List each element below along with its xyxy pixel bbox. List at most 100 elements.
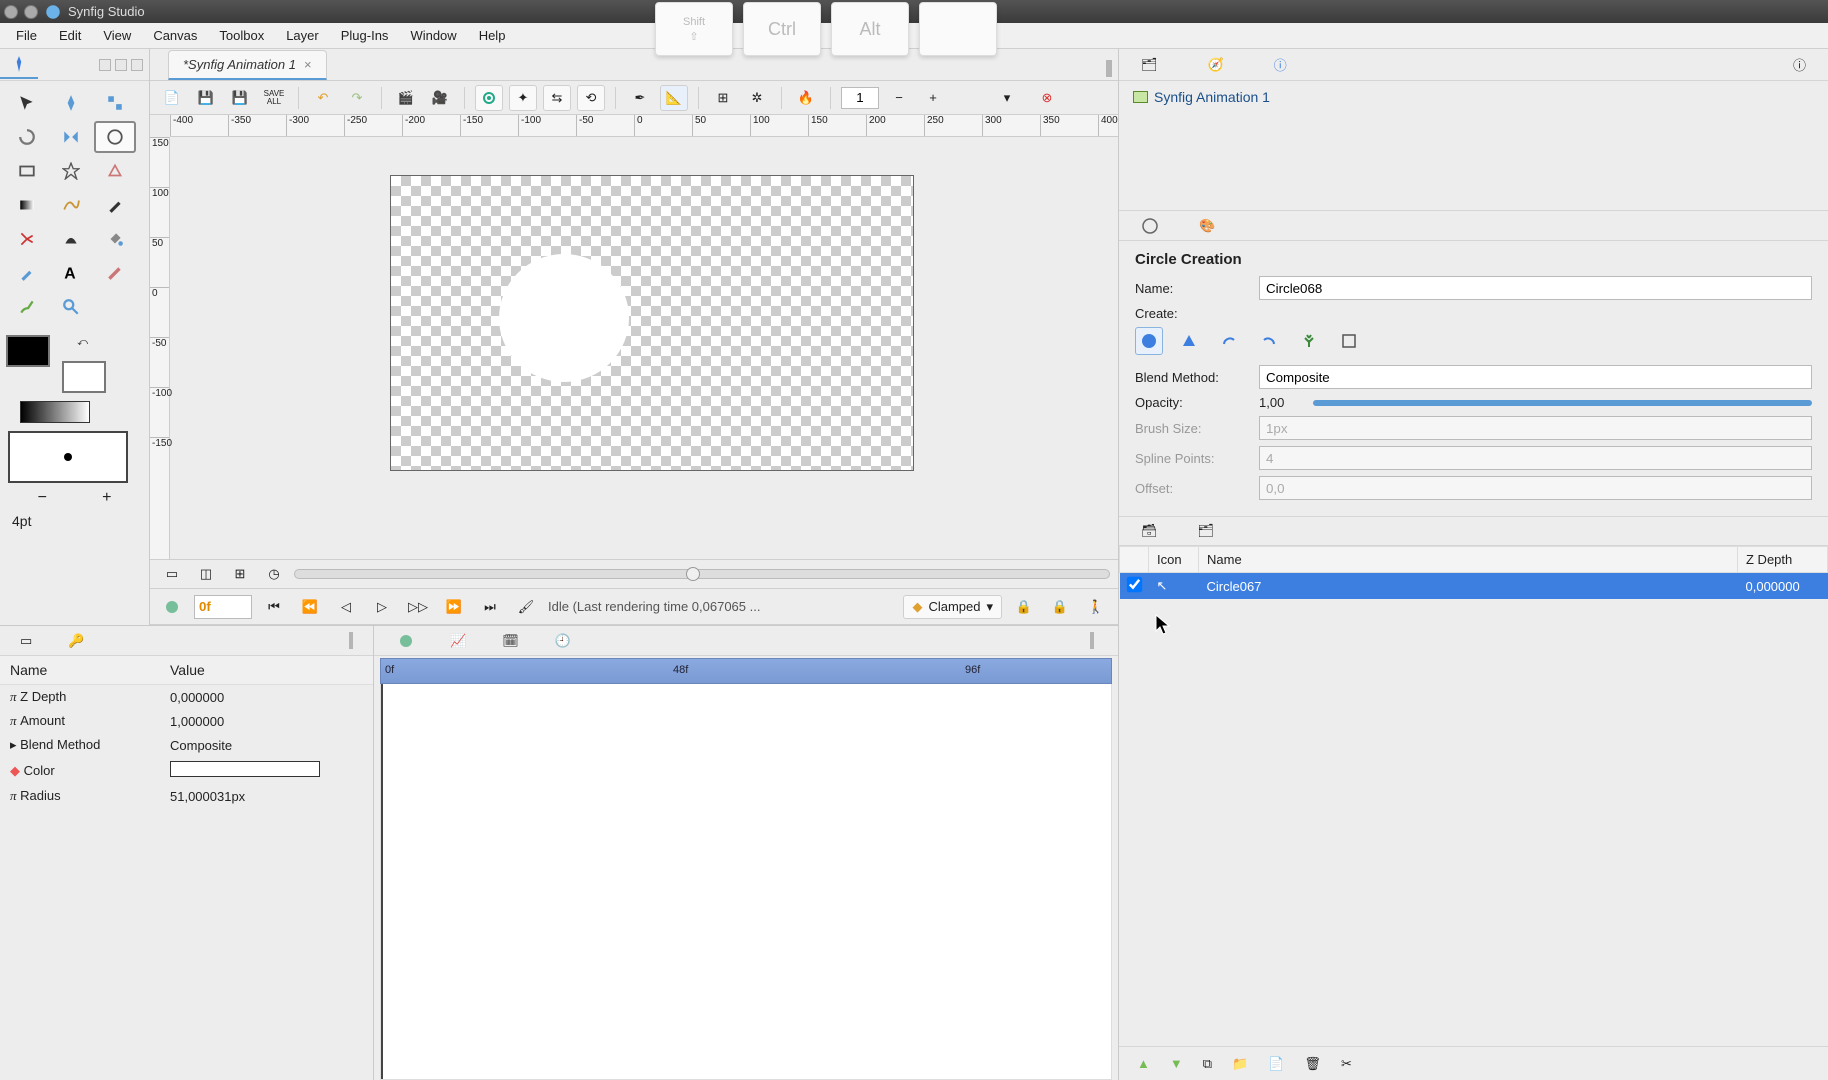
layers-sets-tab-icon[interactable]: 🗂 xyxy=(1198,523,1215,539)
param-row[interactable]: π Z Depth0,000000 xyxy=(0,685,373,710)
seek-prev-key-icon[interactable]: ⏪ xyxy=(296,594,324,620)
zoom-in-button[interactable]: + xyxy=(919,85,947,111)
grid-icon[interactable]: ⊞ xyxy=(709,85,737,111)
document-tab[interactable]: *Synfig Animation 1 × xyxy=(168,50,327,80)
right-tab-navigator-icon[interactable]: 🧭 xyxy=(1208,57,1224,73)
create-advanced-outline-icon[interactable] xyxy=(1215,327,1243,355)
param-row[interactable]: ▸ Blend MethodComposite xyxy=(0,733,373,757)
layers-col-check[interactable] xyxy=(1120,547,1149,573)
undo-icon[interactable]: ↶ xyxy=(309,85,337,111)
tooloptions-tab-circle-icon[interactable] xyxy=(1141,217,1159,235)
timebar-btn-3[interactable]: ⊞ xyxy=(226,561,254,587)
jack-icon[interactable] xyxy=(158,594,186,620)
seek-start-icon[interactable]: ⏮ xyxy=(260,594,288,620)
panel-grip-icon[interactable] xyxy=(1090,633,1094,648)
mode-onion-icon[interactable]: ⇆ xyxy=(543,85,571,111)
keyframe-lock-past-icon[interactable]: 🔒 xyxy=(1010,594,1038,620)
onion-skin-icon[interactable]: 🔥 xyxy=(792,85,820,111)
layers-col-icon[interactable]: Icon xyxy=(1149,547,1199,573)
create-link-origins-icon[interactable] xyxy=(1335,327,1363,355)
seek-end-icon[interactable]: ⏭ xyxy=(476,594,504,620)
params-tab-icon[interactable]: ▭ xyxy=(20,633,32,649)
create-outline-icon[interactable] xyxy=(1175,327,1203,355)
menu-window[interactable]: Window xyxy=(400,25,466,46)
tool-scale[interactable] xyxy=(94,87,136,119)
tool-cutout[interactable] xyxy=(6,223,48,255)
playhead[interactable] xyxy=(381,684,383,1079)
tool-smooth-move[interactable] xyxy=(50,87,92,119)
canvas-browser-item[interactable]: Synfig Animation 1 xyxy=(1133,89,1814,105)
param-row[interactable]: π Radius51,000031px xyxy=(0,784,373,808)
seek-next-frame-icon[interactable]: ▷▷ xyxy=(404,594,432,620)
name-field[interactable] xyxy=(1259,276,1812,300)
tool-text[interactable]: A xyxy=(50,257,92,289)
menu-file[interactable]: File xyxy=(6,25,47,46)
timebar-btn-1[interactable]: ▭ xyxy=(158,561,186,587)
brush-plus[interactable]: + xyxy=(102,489,111,507)
save-as-icon[interactable]: 💾 xyxy=(226,85,254,111)
layer-raise-icon[interactable]: ▲ xyxy=(1137,1056,1150,1071)
save-all-button[interactable]: SAVEALL xyxy=(260,85,288,111)
timebar-btn-2[interactable]: ◫ xyxy=(192,561,220,587)
layers-tab-icon[interactable]: 🗃 xyxy=(1141,523,1158,539)
tl-tab-history-icon[interactable]: 🕘 xyxy=(555,633,571,649)
tl-tab-timetrack-icon[interactable] xyxy=(398,633,414,649)
mode-bones-icon[interactable]: ⟲ xyxy=(577,85,605,111)
fg-color[interactable] xyxy=(6,335,50,367)
tool-spline[interactable] xyxy=(50,189,92,221)
param-row[interactable]: π Amount1,000000 xyxy=(0,709,373,733)
tl-tab-curves-icon[interactable]: 📈 xyxy=(450,633,466,649)
color-wells[interactable]: ⤺ xyxy=(6,335,106,393)
layer-cut-icon[interactable]: ✂ xyxy=(1341,1056,1352,1072)
swap-colors-icon[interactable]: ⤺ xyxy=(77,337,88,348)
create-plant-icon[interactable] xyxy=(1295,327,1323,355)
zoom-field[interactable] xyxy=(841,87,879,109)
tool-fill[interactable] xyxy=(94,223,136,255)
doc-grip-icon[interactable] xyxy=(1100,61,1118,80)
menu-view[interactable]: View xyxy=(93,25,141,46)
layer-visible-checkbox[interactable] xyxy=(1126,577,1142,593)
menu-layer[interactable]: Layer xyxy=(276,25,329,46)
toolbox-tab-icon[interactable] xyxy=(0,51,38,79)
menu-edit[interactable]: Edit xyxy=(49,25,91,46)
right-tab-info-icon[interactable]: ⓘ xyxy=(1274,55,1287,74)
layer-row[interactable]: ↖ Circle067 0,000000 xyxy=(1120,573,1828,600)
create-region-icon[interactable] xyxy=(1135,327,1163,355)
menu-help[interactable]: Help xyxy=(469,25,516,46)
layer-lower-icon[interactable]: ▼ xyxy=(1170,1056,1183,1071)
timeline-body[interactable] xyxy=(380,684,1112,1080)
new-file-icon[interactable]: 📄 xyxy=(158,85,186,111)
tool-rotate[interactable] xyxy=(6,121,48,153)
loop-icon[interactable]: 🖌 xyxy=(512,594,540,620)
close-doc-icon[interactable]: ⊗ xyxy=(1033,85,1061,111)
tool-mirror[interactable] xyxy=(50,121,92,153)
tool-circle[interactable] xyxy=(94,121,136,153)
mode-animate-icon[interactable]: ✦ xyxy=(509,85,537,111)
opacity-slider[interactable] xyxy=(1313,400,1812,406)
layer-group-icon[interactable]: 📁 xyxy=(1232,1056,1248,1072)
layer-duplicate-icon[interactable]: ⧉ xyxy=(1203,1056,1212,1072)
create-curve-gradient-icon[interactable] xyxy=(1255,327,1283,355)
menu-toolbox[interactable]: Toolbox xyxy=(209,25,274,46)
canvas-circle-shape[interactable] xyxy=(499,254,629,382)
keyframe-lock-future-icon[interactable]: 🔒 xyxy=(1046,594,1074,620)
brush-minus[interactable]: − xyxy=(38,489,47,507)
mode-normal-icon[interactable] xyxy=(475,85,503,111)
zoom-out-button[interactable]: − xyxy=(885,85,913,111)
seek-prev-frame-icon[interactable]: ◁ xyxy=(332,594,360,620)
minimize-icon[interactable] xyxy=(24,5,38,19)
tool-sketch[interactable] xyxy=(94,257,136,289)
panel-grip-icon[interactable] xyxy=(349,633,353,648)
tool-width[interactable] xyxy=(50,223,92,255)
canvas[interactable] xyxy=(390,175,914,471)
show-handles-icon[interactable]: ✒ xyxy=(626,85,654,111)
right-tab-help-icon[interactable]: ⓘ xyxy=(1793,55,1806,74)
tool-brush[interactable] xyxy=(6,291,48,323)
seek-next-key-icon[interactable]: ⏩ xyxy=(440,594,468,620)
snap-icon[interactable]: ✲ xyxy=(743,85,771,111)
blend-field[interactable] xyxy=(1259,365,1812,389)
tool-eyedrop[interactable] xyxy=(6,257,48,289)
tool-draw[interactable] xyxy=(94,189,136,221)
layer-delete-icon[interactable]: 🗑 xyxy=(1304,1056,1321,1072)
menu-canvas[interactable]: Canvas xyxy=(143,25,207,46)
